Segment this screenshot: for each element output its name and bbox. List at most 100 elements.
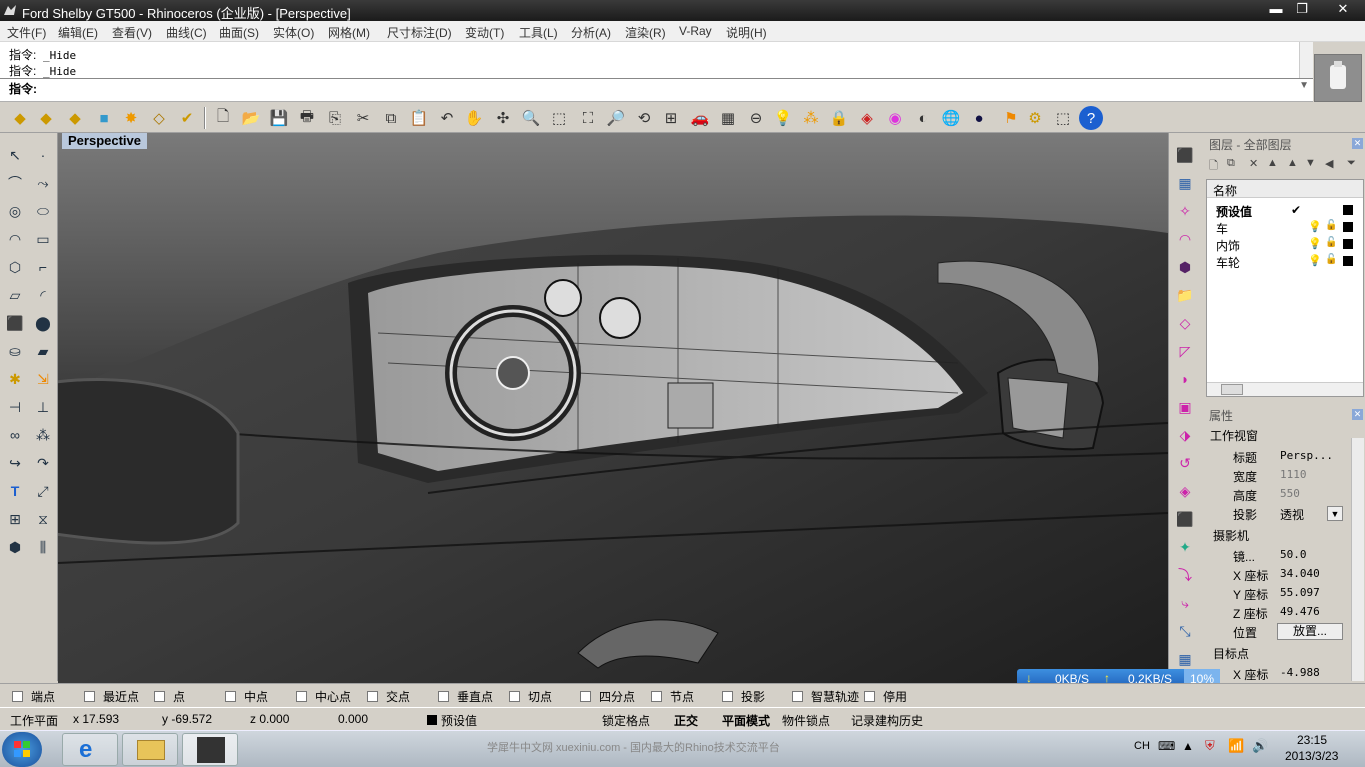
flag-icon[interactable]: ⚑: [999, 106, 1023, 130]
text-icon[interactable]: T: [3, 479, 27, 503]
layer-unlock-icon[interactable]: 🔓: [1325, 220, 1337, 231]
prop-lens-value[interactable]: 50.0: [1280, 548, 1307, 561]
clock-date[interactable]: 2013/3/23: [1285, 749, 1338, 763]
snapshot-icon[interactable]: ⬚: [1051, 106, 1075, 130]
osnap-project-toggle[interactable]: 投影: [722, 688, 765, 705]
fillet-curve-icon[interactable]: ⌐: [31, 255, 55, 279]
osnap-intersection-toggle[interactable]: 交点: [367, 688, 410, 705]
explorer-taskbar-icon[interactable]: [122, 733, 178, 766]
perspective-viewport[interactable]: Perspective: [58, 133, 1168, 683]
twist-icon[interactable]: ✧: [1173, 199, 1197, 223]
move-layer-up-icon[interactable]: ▲: [1267, 157, 1278, 169]
filter-icon[interactable]: ⏷: [1347, 157, 1356, 170]
prop-z-value[interactable]: 49.476: [1280, 605, 1320, 618]
split-icon[interactable]: ⊥: [31, 395, 55, 419]
osnap-knot-toggle[interactable]: 节点: [651, 688, 694, 705]
menu-tools[interactable]: 工具(L): [519, 24, 558, 41]
layer-list-hscrollbar[interactable]: [1207, 382, 1363, 396]
menu-edit[interactable]: 编辑(E): [58, 24, 98, 41]
zoom-selected-icon[interactable]: 🔎: [604, 106, 628, 130]
osnap-endpoint-toggle[interactable]: 端点: [12, 688, 55, 705]
dimension-arrow-icon[interactable]: ⇲: [31, 367, 55, 391]
globe-icon[interactable]: 🌐: [939, 106, 963, 130]
layer-row[interactable]: 预设值 ✔: [1207, 202, 1363, 219]
block-icon[interactable]: ⬢: [3, 535, 27, 559]
polyline-icon[interactable]: ⌒: [3, 171, 27, 195]
layer-unlock-icon[interactable]: 🔓: [1325, 254, 1337, 265]
security-icon[interactable]: ⛨: [1205, 738, 1215, 754]
open-folder-icon[interactable]: 📂: [239, 106, 263, 130]
paste-icon[interactable]: 📋: [407, 106, 431, 130]
menu-file[interactable]: 文件(F): [7, 24, 46, 41]
maelstrom-icon[interactable]: ↺: [1173, 451, 1197, 475]
clock-time[interactable]: 23:15: [1297, 733, 1327, 747]
layer-name-column[interactable]: 名称: [1213, 182, 1237, 199]
ie-taskbar-icon[interactable]: e: [62, 733, 118, 766]
zoom-window-icon[interactable]: ⬚: [547, 106, 571, 130]
rhino-taskbar-icon[interactable]: [182, 733, 238, 766]
select-points-icon[interactable]: ⁂: [799, 106, 823, 130]
volume-icon[interactable]: 🔊: [1252, 738, 1268, 754]
new-layer-icon[interactable]: 🗋: [1209, 157, 1218, 176]
bend-icon[interactable]: ◸: [1173, 339, 1197, 363]
sphere-wire-icon[interactable]: ◐: [911, 106, 935, 130]
sweep-icon[interactable]: ◜: [31, 283, 55, 307]
menu-vray[interactable]: V-Ray: [679, 24, 712, 38]
layer-row[interactable]: 车轮 💡 🔓: [1207, 253, 1363, 270]
grid-plane-icon[interactable]: ▦: [716, 106, 740, 130]
flow-surface-icon[interactable]: ◠: [1173, 227, 1197, 251]
explode-icon[interactable]: ✱: [3, 367, 27, 391]
save-icon[interactable]: 💾: [267, 106, 291, 130]
close-button[interactable]: ✕: [1325, 0, 1361, 19]
plane-surface-icon[interactable]: ▰: [31, 339, 55, 363]
boolean-icon[interactable]: ⬤: [31, 311, 55, 335]
polygon-icon[interactable]: ⬡: [3, 255, 27, 279]
cage-edit-icon[interactable]: ⬢: [1173, 255, 1197, 279]
rectangle-icon[interactable]: ▭: [31, 227, 55, 251]
menu-transform[interactable]: 变动(T): [465, 24, 504, 41]
box-icon[interactable]: ⬛: [3, 311, 27, 335]
cylinder-icon[interactable]: ⛀: [3, 339, 27, 363]
copy-icon[interactable]: ⧉: [379, 106, 403, 130]
material-icon[interactable]: ◈: [855, 106, 879, 130]
prop-x-value[interactable]: 34.040: [1280, 567, 1320, 580]
print-icon[interactable]: 🖶: [295, 106, 319, 130]
group-icon[interactable]: ⁂: [31, 423, 55, 447]
cplane-icon[interactable]: ⊖: [744, 106, 768, 130]
layer-visible-bulb-icon[interactable]: 💡: [1308, 237, 1322, 250]
arc-icon[interactable]: ◠: [3, 227, 27, 251]
curve-blend-icon[interactable]: ⤷: [1173, 591, 1197, 615]
undo-view-icon[interactable]: ⟲: [632, 106, 656, 130]
menu-dimension[interactable]: 尺寸标注(D): [387, 24, 452, 41]
hook-curve-icon[interactable]: ↪: [3, 451, 27, 475]
move-layer-left-icon[interactable]: ◀: [1325, 157, 1333, 170]
command-input[interactable]: 指令: ▼: [0, 78, 1313, 96]
osnap-near-icon[interactable]: ◆: [34, 106, 58, 130]
menu-render[interactable]: 渲染(R): [625, 24, 666, 41]
pan-hand-icon[interactable]: ✋: [462, 106, 486, 130]
light-bulb-icon[interactable]: 💡: [771, 106, 795, 130]
offset-curve-icon[interactable]: ↷: [31, 451, 55, 475]
menu-surface[interactable]: 曲面(S): [219, 24, 259, 41]
restore-button[interactable]: ❐: [1288, 0, 1316, 19]
osnap-near-toggle[interactable]: 最近点: [84, 688, 139, 705]
osnap-point-toggle[interactable]: 点: [154, 688, 185, 705]
projection-select[interactable]: 透视: [1280, 506, 1304, 523]
menu-curve[interactable]: 曲线(C): [166, 24, 207, 41]
projection-dropdown-icon[interactable]: ▼: [1327, 506, 1343, 521]
move-layer-down-icon[interactable]: ▼: [1305, 157, 1316, 169]
prop-title-value[interactable]: Persp...: [1280, 449, 1333, 462]
osnap-perpendicular-toggle[interactable]: 垂直点: [438, 688, 493, 705]
osnap-midpoint-toggle[interactable]: 中点: [225, 688, 268, 705]
command-history-scrollbar[interactable]: [1299, 42, 1313, 78]
layer-visible-bulb-icon[interactable]: 💡: [1308, 220, 1322, 233]
direction-arrows-icon[interactable]: ⤡: [1173, 619, 1197, 643]
export-icon[interactable]: ⎘: [323, 106, 347, 130]
zoom-extents-icon[interactable]: ⛶: [576, 106, 600, 130]
curve-edit-icon[interactable]: ⤵: [1173, 563, 1197, 587]
mirror-icon[interactable]: ⧖: [31, 507, 55, 531]
grid-mesh-icon[interactable]: ▦: [1173, 647, 1197, 671]
ortho-toggle[interactable]: 正交: [674, 712, 698, 729]
cube-icon[interactable]: ■: [92, 106, 116, 130]
four-views-icon[interactable]: ⊞: [659, 106, 683, 130]
